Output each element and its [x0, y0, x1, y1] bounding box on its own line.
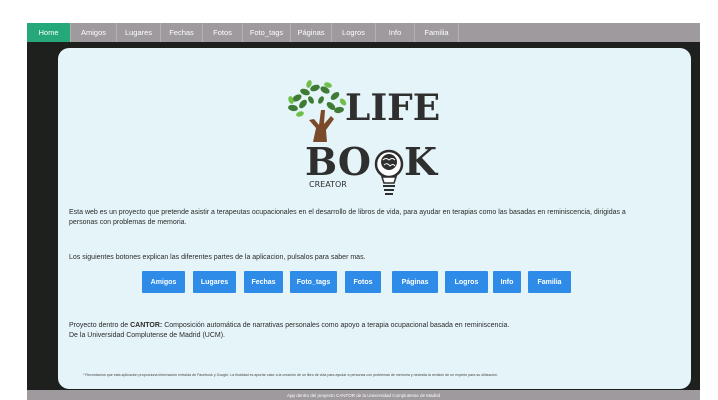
logo-word-k: K [404, 139, 439, 184]
nav-logros[interactable]: Logros [332, 23, 376, 42]
tree-leaves-icon [288, 84, 344, 114]
project-description: Composición automática de narrativas per… [162, 322, 510, 329]
button-fotos[interactable]: Fotos [345, 271, 381, 293]
lifebook-logo: LIFE BO K CREATOR [288, 80, 440, 195]
nav-amigos[interactable]: Amigos [71, 23, 117, 42]
project-line: Proyecto dentro de CANTOR: Composición a… [69, 321, 509, 331]
nav-paginas[interactable]: Páginas [291, 23, 332, 42]
button-amigos[interactable]: Amigos [142, 271, 185, 293]
nav-lugares[interactable]: Lugares [117, 23, 161, 42]
nav-fechas[interactable]: Fechas [161, 23, 203, 42]
buttons-hint: Los siguientes botones explican las dife… [69, 254, 366, 261]
nav-fotos[interactable]: Fotos [203, 23, 243, 42]
tree-trunk-icon [309, 110, 334, 142]
logo-word-bo: BO [305, 139, 371, 184]
logo-subtitle: CREATOR [309, 180, 347, 189]
logo-word-life: LIFE [345, 87, 440, 129]
intro-line-2: personas con problemas de memoria. [69, 219, 187, 226]
footnote: * Recordamos que esta aplicación proporc… [83, 373, 498, 377]
project-university: De la Universidad Complutense de Madrid … [69, 332, 226, 339]
lightbulb-brain-icon [374, 149, 404, 195]
footer-text: App dentro del proyecto CANTOR de la Uni… [287, 392, 440, 398]
project-prefix: Proyecto dentro de [69, 322, 131, 329]
button-lugares[interactable]: Lugares [193, 271, 236, 293]
top-navbar: Home Amigos Lugares Fechas Fotos Foto_ta… [27, 23, 700, 42]
button-foto-tags[interactable]: Foto_tags [290, 271, 337, 293]
button-familia[interactable]: Familia [528, 271, 571, 293]
intro-line-1: Esta web es un proyecto que pretende asi… [69, 209, 626, 216]
nav-info[interactable]: Info [376, 23, 415, 42]
nav-foto-tags[interactable]: Foto_tags [243, 23, 291, 42]
nav-familia[interactable]: Familia [415, 23, 459, 42]
button-fechas[interactable]: Fechas [244, 271, 283, 293]
button-logros[interactable]: Logros [445, 271, 488, 293]
page: Home Amigos Lugares Fechas Fotos Foto_ta… [0, 0, 718, 400]
button-paginas[interactable]: Páginas [392, 271, 438, 293]
footer: App dentro del proyecto CANTOR de la Uni… [27, 390, 700, 400]
button-info[interactable]: Info [493, 271, 521, 293]
project-name: CANTOR: [130, 322, 163, 329]
nav-home[interactable]: Home [27, 23, 71, 42]
